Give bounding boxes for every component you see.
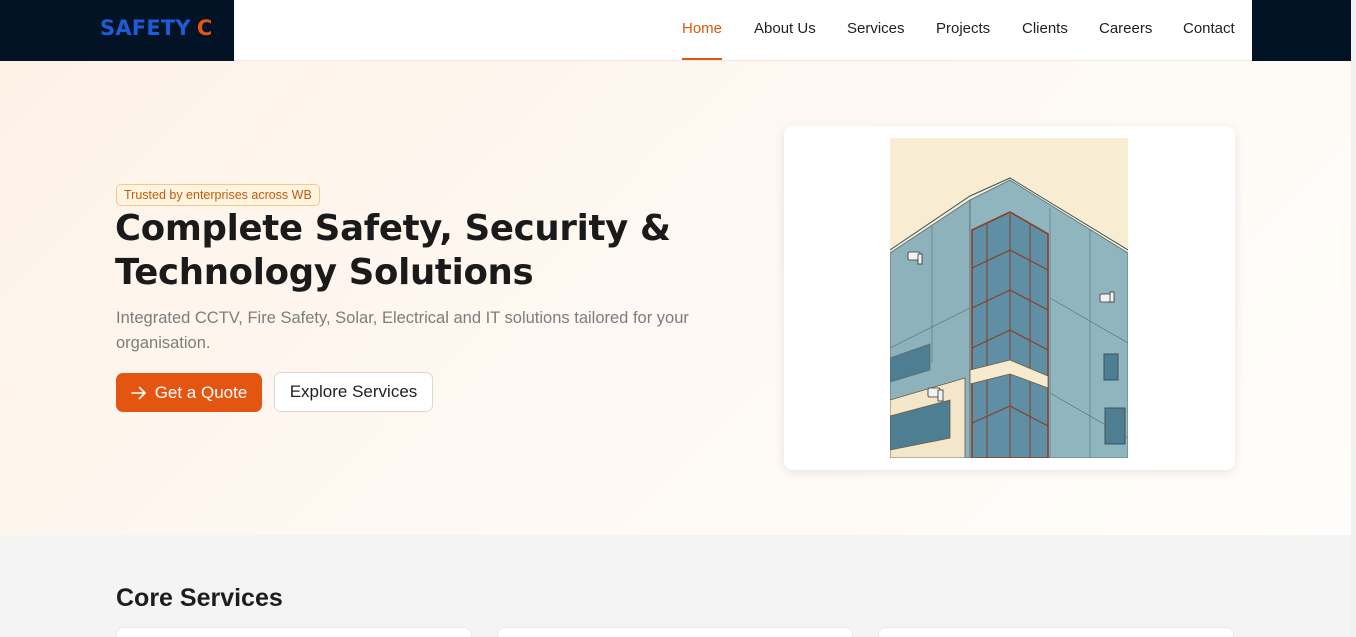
building-with-cctv-illustration [890,138,1128,458]
nav-item-services[interactable]: Services [847,20,905,37]
service-card[interactable] [116,627,472,637]
explore-services-button[interactable]: Explore Services [274,372,433,412]
page-scrollbar[interactable] [1351,0,1356,637]
hero-image-card [784,126,1235,470]
get-a-quote-label: Get a Quote [154,382,248,402]
nav-item-contact[interactable]: Contact [1183,20,1235,37]
nav-item-projects[interactable]: Projects [936,20,990,37]
nav-item-home[interactable]: Home [682,20,722,37]
core-services-section: Core Services [0,535,1351,637]
get-a-quote-button[interactable]: Get a Quote [116,373,262,412]
brand-name: SAFETY [100,16,191,40]
service-card[interactable] [497,627,853,637]
header-dark-block [1252,0,1351,61]
service-card[interactable] [878,627,1234,637]
site-header: SAFETY C Home About Us Services Projects … [0,0,1351,61]
nav-item-careers[interactable]: Careers [1099,20,1152,37]
brand-accent-letter: C [196,16,213,40]
nav-active-indicator [682,58,722,60]
brand-logo[interactable]: SAFETY C [0,0,234,61]
core-services-title: Core Services [116,584,283,612]
hero-title-line-2: Technology Solutions [115,252,534,293]
nav-item-clients[interactable]: Clients [1022,20,1068,37]
arrow-right-icon [130,386,146,399]
hero-title-line-1: Complete Safety, Security & [115,208,671,249]
nav-item-about-us[interactable]: About Us [754,20,816,37]
trust-badge: Trusted by enterprises across WB [116,184,320,206]
hero-subtitle: Integrated CCTV, Fire Safety, Solar, Ele… [116,309,689,352]
brand-wordmark: SAFETY C [100,16,212,40]
hero-title: Complete Safety, Security & Technology S… [115,207,755,295]
